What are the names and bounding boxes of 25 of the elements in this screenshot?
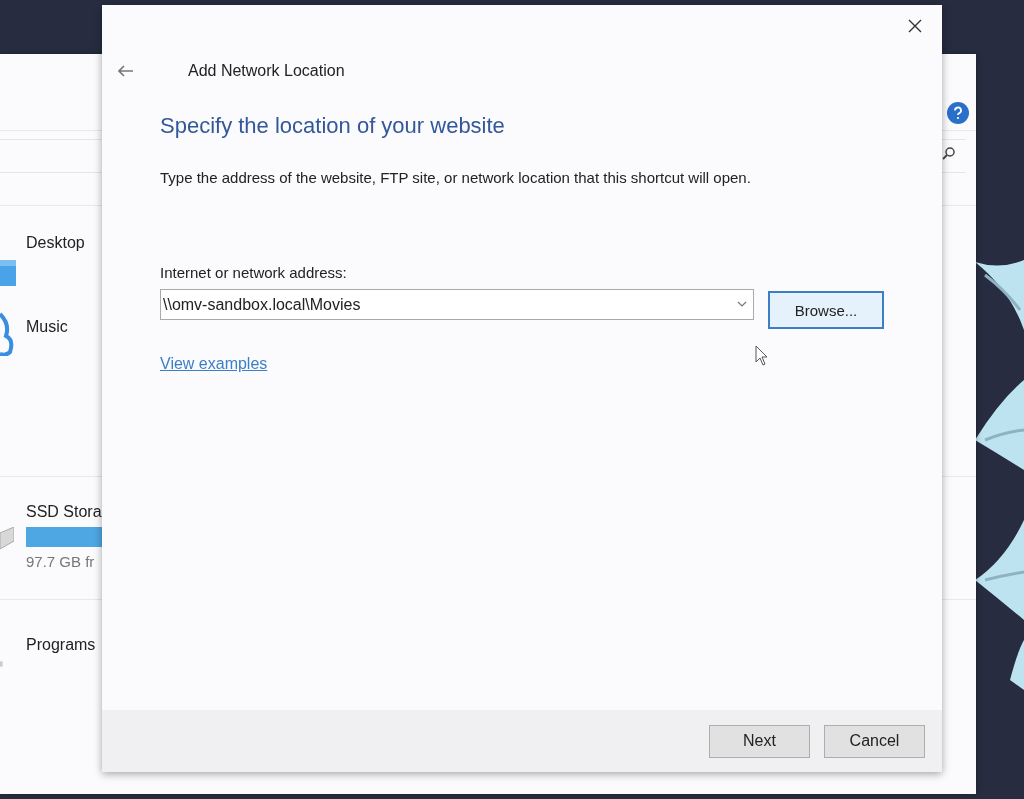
folder-icon xyxy=(0,260,16,286)
help-icon[interactable] xyxy=(947,102,969,124)
drive-name: SSD Stora xyxy=(26,503,103,521)
view-examples-link[interactable]: View examples xyxy=(160,355,268,373)
search-icon[interactable] xyxy=(942,146,956,160)
folder-label: Programs xyxy=(26,636,96,654)
mouse-pointer-icon xyxy=(755,345,769,367)
free-space-text: 97.7 GB fr xyxy=(26,553,96,570)
browse-button[interactable]: Browse... xyxy=(768,291,884,329)
close-icon[interactable] xyxy=(908,19,922,33)
folder-label: Desktop xyxy=(26,234,85,252)
folder-label: Music xyxy=(26,318,68,336)
caret-icon[interactable] xyxy=(737,301,747,307)
description-text: Type the address of the website, FTP site, or network location that this shortcut will open. xyxy=(160,169,752,186)
field-label: Internet or network address: xyxy=(160,264,348,281)
leaf-drawing xyxy=(1010,640,1024,690)
dialog-title: Add Network Location xyxy=(188,62,345,80)
leaf-drawing xyxy=(975,260,1024,330)
dialog-button[interactable]: Next xyxy=(709,724,810,758)
dialog-heading: Specify the location of your website xyxy=(160,113,506,139)
drive-icon xyxy=(0,527,14,551)
address-combo-box[interactable]: \\omv-sandbox.local\Movies xyxy=(160,289,754,320)
dialog-button[interactable]: Cancel xyxy=(824,724,925,758)
back-arrow-icon[interactable] xyxy=(118,65,134,77)
program-icon xyxy=(0,660,4,668)
